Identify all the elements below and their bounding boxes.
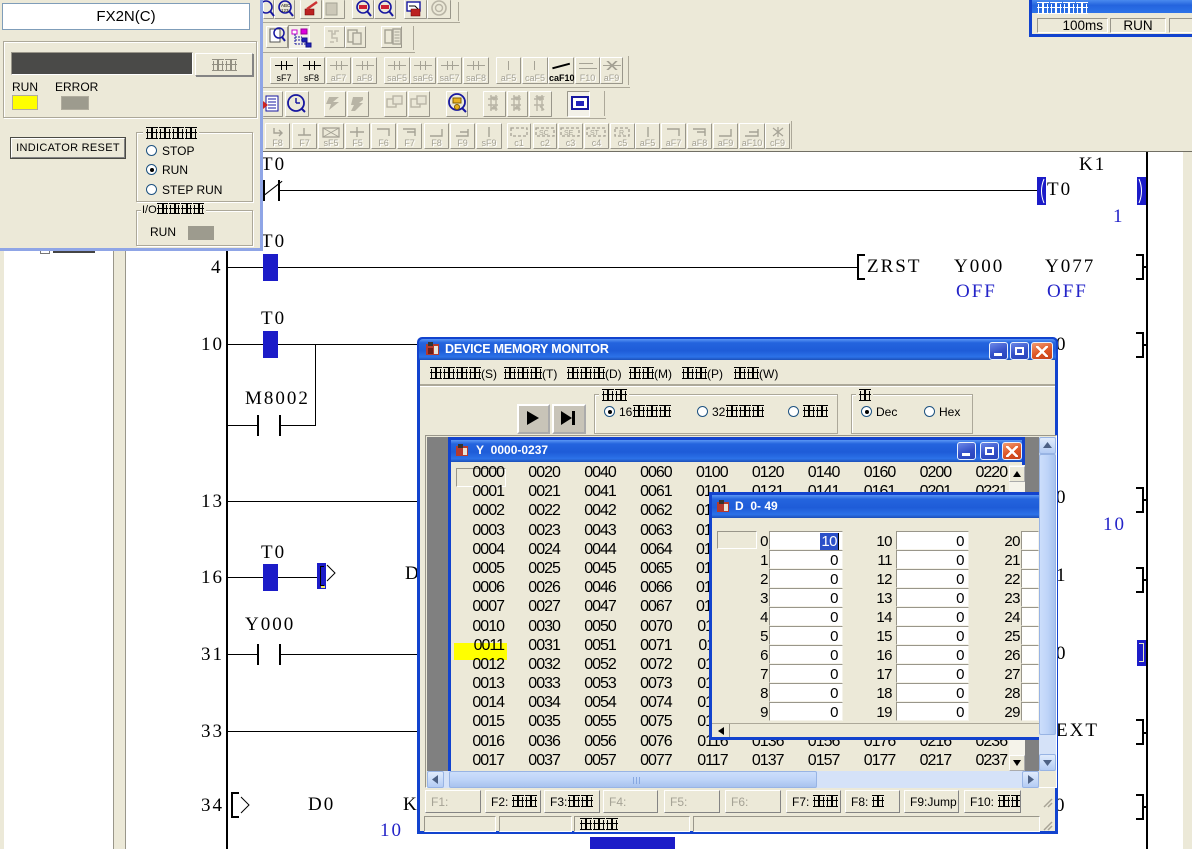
svg-text:SE: SE [564,130,574,137]
svg-text:ST: ST [590,130,600,137]
svg-text:SC: SC [539,130,549,137]
svg-text:R: R [619,130,624,137]
